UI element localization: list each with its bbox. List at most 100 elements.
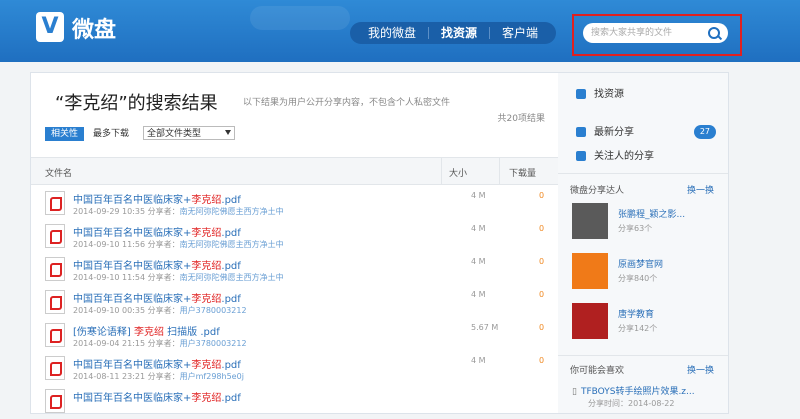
pdf-file-icon	[45, 389, 65, 413]
chevron-down-icon	[225, 130, 231, 135]
file-name-highlight: 李克绍	[191, 261, 222, 272]
sort-relevance-tab[interactable]: 相关性	[45, 127, 85, 141]
divider	[558, 173, 728, 174]
sharer-link[interactable]: 南无阿弥陀佛愿主西方净土中	[180, 207, 284, 216]
table-row[interactable]: 中国百年百名中医临床家+李克绍.pdf 2014-08-11 23:21 分享者：…	[31, 352, 559, 386]
expert-name-link[interactable]: 唐学教育	[618, 307, 654, 320]
pdf-file-icon	[45, 257, 65, 281]
cloud-decoration	[250, 6, 350, 30]
file-meta: 2014-09-10 11:56 分享者：南无阿弥陀佛愿主西方净土中	[73, 239, 284, 250]
file-date: 2014-09-10 11:54	[73, 273, 146, 282]
table-row[interactable]: 中国百年百名中医临床家+李克绍.pdf 2014-09-10 11:54 分享者：…	[31, 253, 559, 287]
file-name-link[interactable]: 中国百年百名中医临床家+李克绍.pdf	[73, 224, 241, 239]
file-name-link[interactable]: [伤寒论语释] 李克绍 扫描版 .pdf	[73, 323, 220, 338]
expert-share-count: 分享63个	[618, 224, 653, 233]
sharer-label: 分享者：	[147, 240, 180, 249]
sidebar-find-resources[interactable]: 找资源	[576, 85, 624, 100]
file-name-part: .pdf	[221, 360, 241, 371]
pdf-file-icon	[45, 290, 65, 314]
experts-refresh-link[interactable]: 换一换	[687, 183, 714, 196]
new-icon	[576, 127, 586, 137]
file-date: 2014-09-10 00:35	[73, 306, 146, 315]
expert-share-count: 分享142个	[618, 324, 658, 333]
file-name-link[interactable]: 中国百年百名中医临床家+李克绍.pdf	[73, 257, 241, 272]
file-name-link[interactable]: 中国百年百名中医临床家+李克绍.pdf	[73, 191, 241, 206]
table-row[interactable]: 中国百年百名中医临床家+李克绍.pdf 2014-09-29 10:35 分享者：…	[31, 187, 559, 221]
main-nav: 我的微盘 找资源 客户端	[350, 22, 557, 44]
file-name-highlight: 李克绍	[133, 327, 164, 338]
file-type-value: 全部文件类型	[147, 129, 202, 139]
file-name-part: 中国百年百名中医临床家+	[73, 228, 192, 239]
file-type-select[interactable]: 全部文件类型	[143, 126, 235, 140]
sharer-link[interactable]: 用户3780003212	[180, 306, 247, 315]
expert-name-link[interactable]: 张鹏程_颖之影...	[618, 207, 685, 220]
download-count: 0	[539, 191, 545, 200]
sharer-link[interactable]: 用户3780003212	[180, 339, 247, 348]
file-icon: ▯	[572, 387, 577, 397]
file-name-part: 中国百年百名中医临床家+	[73, 360, 192, 371]
sharer-link[interactable]: 用户mf298h5e0j	[180, 372, 244, 381]
file-meta: 2014-08-11 23:21 分享者：用户mf298h5e0j	[73, 371, 244, 382]
nav-find-resources[interactable]: 找资源	[429, 22, 489, 44]
file-name-part: .pdf	[221, 228, 241, 239]
expert-avatar[interactable]	[572, 203, 608, 239]
file-name-link[interactable]: 中国百年百名中医临床家+李克绍.pdf	[73, 389, 241, 404]
sidebar-new-label: 最新分享	[594, 127, 634, 138]
right-sidebar: 找资源 最新分享 27 关注人的分享 微盘分享达人 换一换 张鹏程_颖之影...…	[558, 72, 729, 414]
sidebar-new-shares[interactable]: 最新分享	[576, 123, 634, 138]
search-input[interactable]: 搜索大家共享的文件	[583, 23, 728, 43]
page-title: “李克绍”的搜索结果	[55, 93, 218, 114]
sort-downloads-tab[interactable]: 最多下载	[93, 127, 129, 141]
file-date: 2014-09-29 10:35	[73, 207, 146, 216]
recommend-item-meta: 分享时间：2014-08-22	[588, 399, 675, 408]
pdf-file-icon	[45, 191, 65, 215]
flame-icon	[576, 89, 586, 99]
search-icon[interactable]	[708, 27, 720, 39]
file-name-part: .pdf	[221, 261, 241, 272]
file-name-part: 扫描版 .pdf	[163, 327, 220, 338]
file-name-part: 中国百年百名中医临床家+	[73, 195, 192, 206]
download-count: 0	[539, 323, 545, 332]
experts-title: 微盘分享达人	[570, 186, 625, 196]
table-row[interactable]: 中国百年百名中医临床家+李克绍.pdf	[31, 385, 559, 419]
recommend-item[interactable]: ▯ TFBOYS转手绘照片效果.z...	[572, 384, 695, 397]
nav-client[interactable]: 客户端	[490, 22, 550, 44]
file-name-link[interactable]: 中国百年百名中医临床家+李克绍.pdf	[73, 290, 241, 305]
results-subtitle: 以下结果为用户公开分享内容，不包含个人私密文件	[243, 98, 451, 108]
pdf-file-icon	[45, 323, 65, 347]
file-meta: 2014-09-10 11:54 分享者：南无阿弥陀佛愿主西方净土中	[73, 272, 284, 283]
user-icon	[576, 151, 586, 161]
file-name-part: 中国百年百名中医临床家+	[73, 261, 192, 272]
file-date: 2014-08-11 23:21	[73, 372, 146, 381]
logo-text[interactable]: 微盘	[72, 12, 116, 44]
download-count: 0	[539, 224, 545, 233]
search-results-panel: “李克绍”的搜索结果 以下结果为用户公开分享内容，不包含个人私密文件 共20项结…	[30, 72, 560, 414]
nav-my-disk[interactable]: 我的微盘	[356, 22, 428, 44]
table-header: 文件名 大小 下载量	[31, 157, 559, 185]
file-name-highlight: 李克绍	[191, 360, 222, 371]
sharer-link[interactable]: 南无阿弥陀佛愿主西方净土中	[180, 273, 284, 282]
sidebar-follow-label: 关注人的分享	[594, 151, 654, 162]
expert-avatar[interactable]	[572, 253, 608, 289]
file-meta: 2014-09-04 21:15 分享者：用户3780003212	[73, 338, 247, 349]
expert-name-link[interactable]: 原画梦官网	[618, 257, 663, 270]
divider	[558, 355, 728, 356]
table-row[interactable]: 中国百年百名中医临床家+李克绍.pdf 2014-09-10 00:35 分享者：…	[31, 286, 559, 320]
pdf-file-icon	[45, 224, 65, 248]
sharer-link[interactable]: 南无阿弥陀佛愿主西方净土中	[180, 240, 284, 249]
table-row[interactable]: [伤寒论语释] 李克绍 扫描版 .pdf 2014-09-04 21:15 分享者…	[31, 319, 559, 353]
file-size: 4 M	[471, 356, 486, 365]
weipan-logo-icon[interactable]: V	[36, 12, 64, 42]
recommend-title: 你可能会喜欢	[570, 366, 625, 376]
file-name-highlight: 李克绍	[191, 228, 222, 239]
file-name-link[interactable]: 中国百年百名中医临床家+李克绍.pdf	[73, 356, 241, 371]
sidebar-followed-shares[interactable]: 关注人的分享	[576, 147, 654, 162]
table-row[interactable]: 中国百年百名中医临床家+李克绍.pdf 2014-09-10 11:56 分享者：…	[31, 220, 559, 254]
recommend-refresh-link[interactable]: 换一换	[687, 363, 714, 376]
file-date: 2014-09-10 11:56	[73, 240, 146, 249]
file-size: 4 M	[471, 224, 486, 233]
download-count: 0	[539, 257, 545, 266]
results-count: 共20项结果	[497, 114, 545, 124]
col-filename: 文件名	[45, 169, 73, 179]
expert-avatar[interactable]	[572, 303, 608, 339]
